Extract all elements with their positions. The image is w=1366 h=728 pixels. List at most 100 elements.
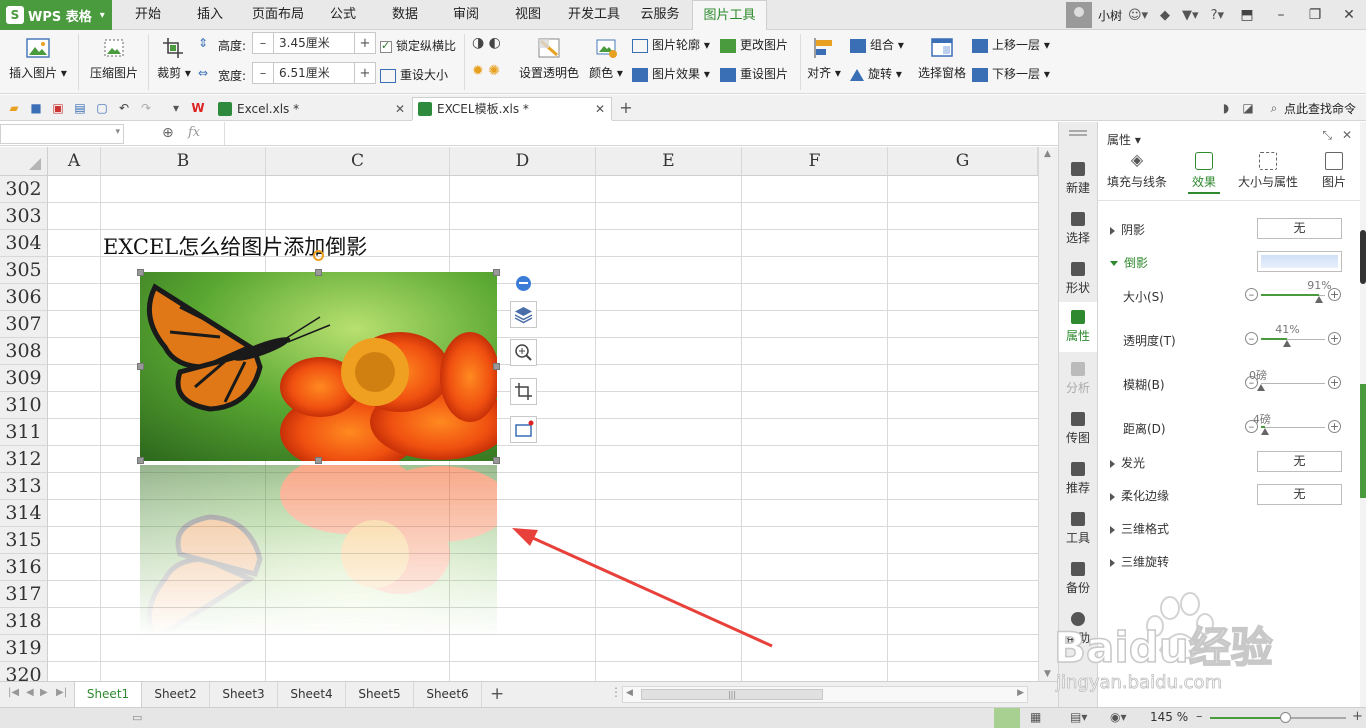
resize-handle[interactable] — [137, 269, 144, 276]
sheet-tab[interactable]: Sheet6 — [414, 682, 482, 707]
row-header[interactable]: 309 — [0, 365, 48, 392]
sheet-tab[interactable]: Sheet5 — [346, 682, 414, 707]
collapse-toolbar-icon[interactable] — [516, 276, 531, 291]
resize-handle[interactable] — [137, 457, 144, 464]
row-header[interactable]: 310 — [0, 392, 48, 419]
macro-record-icon[interactable]: ▭ — [132, 711, 142, 724]
side-select[interactable]: 选择 — [1059, 212, 1097, 246]
reflection-preset-select[interactable] — [1257, 251, 1342, 272]
height-stepper[interactable]: – 3.45厘米 + — [252, 32, 376, 54]
slider-thumb[interactable] — [1260, 428, 1269, 435]
row-header[interactable]: 316 — [0, 554, 48, 581]
side-new[interactable]: 新建 — [1059, 162, 1097, 196]
bring-forward-button[interactable]: 上移一层 ▾ — [972, 36, 1050, 53]
zoom-out-icon[interactable]: – — [1196, 709, 1203, 724]
picture-effect-button[interactable] — [510, 416, 537, 443]
increase-icon[interactable]: + — [1328, 288, 1341, 301]
customize-dropdown-icon[interactable]: ▾ — [168, 100, 184, 116]
section-3d-format[interactable]: 三维格式 — [1110, 520, 1169, 537]
export-pdf-icon[interactable]: ▣ — [50, 100, 66, 116]
feedback-icon[interactable]: ◪ — [1240, 100, 1256, 116]
user-status-icon[interactable]: ☺▾ — [1128, 8, 1148, 23]
zoom-knob[interactable] — [1280, 712, 1291, 723]
reset-picture-button[interactable]: 重设图片 — [720, 65, 788, 82]
row-header[interactable]: 311 — [0, 419, 48, 446]
tab-home[interactable]: 开始 — [122, 0, 174, 30]
row-header[interactable]: 304 — [0, 230, 48, 257]
contrast-icons[interactable]: ◑ ◐ — [472, 35, 501, 51]
zoom-in-button[interactable] — [510, 339, 537, 366]
tab-page-layout[interactable]: 页面布局 — [246, 0, 310, 30]
normal-view-icon[interactable] — [994, 708, 1020, 728]
zoom-function-icon[interactable]: ⊕ — [162, 125, 174, 141]
wps-w-icon[interactable]: W — [190, 100, 206, 116]
pane-title[interactable]: 属性 ▾ — [1107, 131, 1141, 148]
brightness-icons[interactable]: ✹ ✺ — [472, 63, 500, 79]
side-shapes[interactable]: 形状 — [1059, 262, 1097, 296]
column-header[interactable]: A — [48, 147, 101, 176]
search-icon[interactable]: ⌕ — [1266, 100, 1282, 116]
row-header[interactable]: 319 — [0, 635, 48, 662]
width-stepper[interactable]: – 6.51厘米 + — [252, 62, 376, 84]
tab-cloud[interactable]: 云服务 — [634, 0, 686, 30]
close-tab-icon[interactable]: ✕ — [395, 98, 405, 120]
minimize-icon[interactable]: – — [1264, 7, 1298, 23]
tab-fill-line[interactable]: ◈ 填充与线条 — [1106, 152, 1168, 190]
side-recommend[interactable]: 推荐 — [1059, 462, 1097, 496]
spreadsheet-grid[interactable]: A B C D E F G 302 303 304 305 306 307 308 309 31… — [0, 147, 1038, 681]
picture-outline-button[interactable]: 图片轮廓 ▾ — [632, 36, 710, 53]
resize-handle[interactable] — [493, 363, 500, 370]
group-button[interactable]: 组合 ▾ — [850, 36, 904, 53]
name-box[interactable]: ▾ — [0, 124, 124, 144]
crop-float-button[interactable] — [510, 378, 537, 405]
tab-view[interactable]: 视图 — [505, 0, 551, 30]
scroll-up-icon[interactable]: ▲ — [1044, 149, 1051, 159]
expand-pane-handle[interactable] — [1360, 384, 1366, 498]
column-header[interactable]: G — [888, 147, 1038, 176]
row-header[interactable]: 320 — [0, 662, 48, 681]
section-3d-rotation[interactable]: 三维旋转 — [1110, 553, 1169, 570]
width-input[interactable]: 6.51厘米 — [273, 63, 355, 83]
reflection-distance-slider[interactable]: – 4磅 + — [1245, 413, 1341, 435]
set-transparent-color-button[interactable]: 设置透明色 — [518, 32, 580, 81]
align-button[interactable]: 对齐 ▾ — [806, 32, 842, 81]
row-header[interactable]: 306 — [0, 284, 48, 311]
print-preview-icon[interactable]: ▢ — [94, 100, 110, 116]
row-header[interactable]: 308 — [0, 338, 48, 365]
close-tab-icon[interactable]: ✕ — [595, 98, 605, 120]
maximize-icon[interactable]: ❐ — [1298, 7, 1332, 23]
scroll-grip[interactable] — [1360, 230, 1366, 284]
reflection-size-slider[interactable]: – 91% + — [1245, 279, 1341, 303]
side-upload-picture[interactable]: 传图 — [1059, 412, 1097, 446]
new-tab-icon[interactable]: + — [618, 100, 634, 116]
command-search[interactable]: 点此查找命令 — [1284, 100, 1356, 117]
add-sheet-icon[interactable]: + — [490, 684, 504, 704]
increase-icon[interactable]: + — [1328, 376, 1341, 389]
tab-insert[interactable]: 插入 — [184, 0, 236, 30]
close-icon[interactable]: ✕ — [1342, 128, 1352, 142]
selection-pane-button[interactable]: 选择窗格 — [914, 32, 970, 81]
sheet-tab[interactable]: Sheet1 — [74, 682, 142, 707]
next-sheet-icon[interactable]: ▶ — [40, 687, 48, 698]
height-input[interactable]: 3.45厘米 — [273, 33, 355, 53]
fx-button[interactable]: fx — [188, 125, 200, 140]
sheet-tab[interactable]: Sheet3 — [210, 682, 278, 707]
resize-handle[interactable] — [493, 457, 500, 464]
row-header[interactable]: 312 — [0, 446, 48, 473]
rotate-button[interactable]: 旋转 ▾ — [850, 65, 902, 82]
decrease-width-button[interactable]: – — [253, 66, 273, 81]
reset-size-button[interactable]: 重设大小 — [380, 66, 448, 83]
tab-size-properties[interactable]: 大小与属性 — [1236, 152, 1300, 190]
tab-formulas[interactable]: 公式 — [320, 0, 366, 30]
shadow-select[interactable]: 无 — [1257, 218, 1342, 239]
scroll-right-icon[interactable]: ▶ — [1017, 688, 1024, 698]
row-header[interactable]: 315 — [0, 527, 48, 554]
undock-icon[interactable]: ⤡ — [1322, 128, 1332, 143]
select-all-corner[interactable] — [0, 147, 48, 176]
save-icon[interactable]: ■ — [28, 100, 44, 116]
picture-effects-button[interactable]: 图片效果 ▾ — [632, 65, 710, 82]
soft-edges-select[interactable]: 无 — [1257, 484, 1342, 505]
last-sheet-icon[interactable]: ▶| — [56, 687, 67, 698]
slider-thumb[interactable] — [1257, 384, 1265, 391]
eye-protection-icon[interactable]: ◉▾ — [1110, 710, 1127, 724]
